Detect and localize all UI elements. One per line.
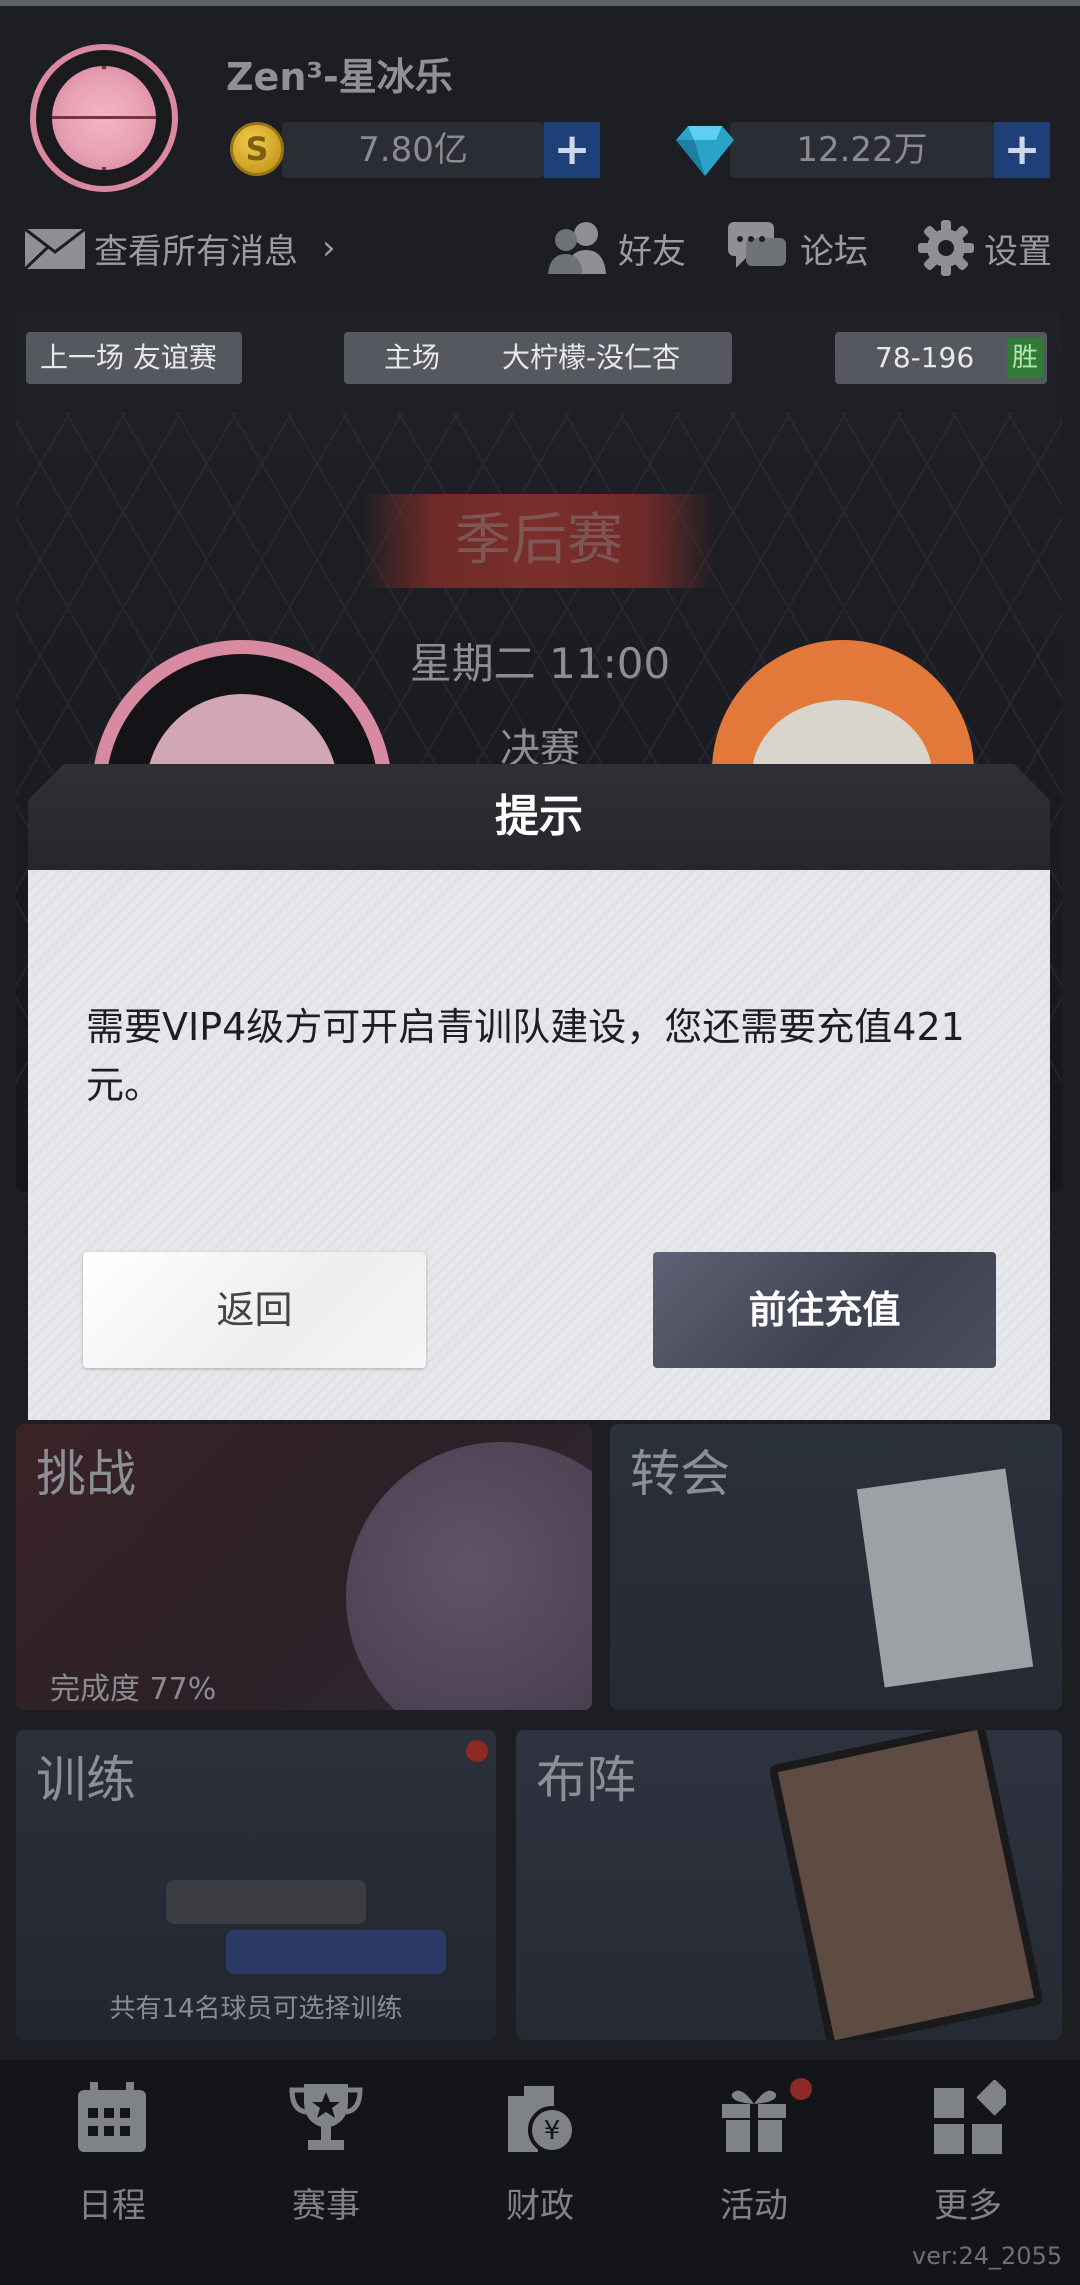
challenge-title: 挑战 — [36, 1445, 136, 1503]
nav-more[interactable]: 更多 — [898, 2078, 1038, 2227]
back-button[interactable]: 返回 — [83, 1252, 426, 1368]
trophy-icon — [289, 2084, 363, 2150]
coin-amount: 7.80亿 — [358, 130, 468, 170]
diamond-amount: 12.22万 — [796, 130, 928, 170]
friends-icon — [548, 222, 606, 274]
tactics-board-image — [768, 1730, 1044, 2040]
forum-icon — [728, 222, 786, 268]
go-recharge-button[interactable]: 前往充值 — [653, 1252, 996, 1368]
top-status-line — [0, 0, 1080, 6]
diamond-bar: 12.22万 — [730, 122, 994, 178]
settings-link[interactable]: 设置 — [984, 224, 1052, 273]
lineup-tile[interactable]: 布阵 — [516, 1730, 1062, 2040]
mail-icon — [24, 228, 86, 270]
transfer-tile[interactable]: 转会 — [610, 1424, 1062, 1710]
score-chip: 78-196 胜 — [835, 332, 1047, 384]
finance-icon: ¥ — [508, 2086, 576, 2154]
challenge-progress: 完成度 77% — [50, 1672, 217, 1707]
nav-schedule[interactable]: 日程 — [42, 2080, 182, 2227]
last-game-chip: 上一场 友谊赛 — [26, 332, 242, 384]
svg-text:¥: ¥ — [544, 2116, 561, 2146]
dialog-title: 提示 — [495, 791, 583, 842]
nav-finance-label: 财政 — [506, 2186, 574, 2226]
training-title: 训练 — [36, 1751, 136, 1809]
match-datetime: 星期二 11:00 — [409, 639, 671, 688]
more-icon — [934, 2078, 1014, 2154]
nav-activities[interactable]: 活动 — [684, 2080, 824, 2227]
team-logo-avatar[interactable] — [30, 44, 178, 192]
coin-icon: S — [230, 122, 284, 176]
transfer-title: 转会 — [630, 1445, 730, 1503]
calendar-icon — [78, 2082, 146, 2152]
coin-bar: 7.80亿 — [282, 122, 544, 178]
nav-competitions[interactable]: 赛事 — [256, 2080, 396, 2227]
vip-requirement-dialog: 提示 需要VIP4级方可开启青训队建设，您还需要充值421元。 返回 前往充值 — [28, 764, 1050, 1420]
challenge-tile[interactable]: 挑战 完成度 77% — [16, 1424, 592, 1710]
chevron-right-icon: › — [322, 228, 336, 268]
win-badge: 胜 — [1007, 338, 1043, 378]
nav-finance[interactable]: ¥ 财政 — [470, 2080, 610, 2227]
username: Zen³-星冰乐 — [226, 55, 453, 99]
venue-chip: 主场 大柠檬-没仁杏 — [344, 332, 732, 384]
contract-image — [856, 1468, 1034, 1688]
gear-icon — [918, 220, 974, 276]
diamond-icon — [676, 126, 734, 176]
score-value: 78-196 — [875, 341, 975, 374]
venue-label: 主场 — [384, 341, 441, 374]
playoff-banner: 季后赛 — [362, 494, 716, 588]
nav-schedule-label: 日程 — [78, 2186, 146, 2226]
training-tile[interactable]: 训练 共有14名球员可选择训练 — [16, 1730, 496, 2040]
dumbbell-blue-image — [226, 1930, 446, 1974]
friends-link[interactable]: 好友 — [618, 224, 686, 273]
nav-competitions-label: 赛事 — [292, 2186, 360, 2226]
teams-label: 大柠檬-没仁杏 — [502, 341, 681, 374]
nav-activities-label: 活动 — [720, 2186, 788, 2226]
gift-icon — [722, 2090, 786, 2152]
activities-notification-dot — [790, 2078, 812, 2100]
dialog-message: 需要VIP4级方可开启青训队建设，您还需要充值421元。 — [86, 1005, 965, 1107]
globe-image — [346, 1442, 592, 1710]
add-diamonds-button[interactable]: + — [994, 122, 1050, 178]
lineup-title: 布阵 — [536, 1751, 636, 1809]
version-label: ver:24_2055 — [912, 2242, 1063, 2270]
training-footer: 共有14名球员可选择训练 — [109, 1994, 403, 2024]
nav-more-label: 更多 — [934, 2186, 1002, 2226]
view-all-messages-link[interactable]: 查看所有消息 — [94, 224, 298, 273]
dumbbell-image — [166, 1880, 366, 1924]
forum-link[interactable]: 论坛 — [800, 224, 868, 273]
training-notification-dot — [466, 1740, 488, 1762]
add-coins-button[interactable]: + — [544, 122, 600, 178]
